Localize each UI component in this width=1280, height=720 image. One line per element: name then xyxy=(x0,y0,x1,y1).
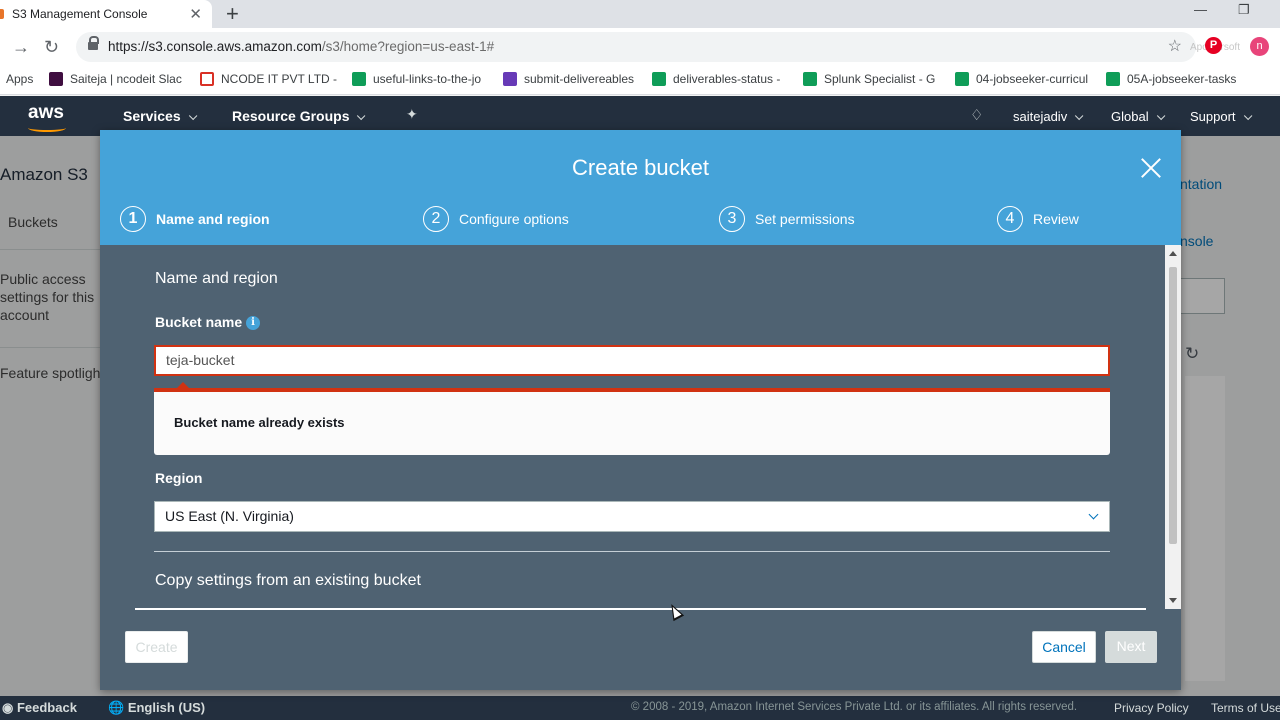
chevron-down-icon xyxy=(1075,111,1084,121)
chevron-down-icon xyxy=(1156,111,1165,121)
copyright-text: © 2008 - 2019, Amazon Internet Services … xyxy=(631,701,1078,713)
s3-favicon-icon xyxy=(0,9,4,19)
bookmark-apps[interactable]: Apps xyxy=(6,72,33,86)
restore-icon[interactable]: ❐ xyxy=(1238,2,1250,18)
terms-of-use-link[interactable]: Terms of Use xyxy=(1211,701,1280,715)
bookmark-submit-deliverables[interactable]: submit-delivereables xyxy=(503,72,634,86)
browser-tabstrip: S3 Management Console ✕ + — ❐ xyxy=(0,0,1280,28)
scroll-up-arrow-icon[interactable] xyxy=(1169,251,1177,256)
lock-icon xyxy=(88,36,99,52)
forward-arrow-icon[interactable]: → xyxy=(12,37,30,58)
next-button[interactable]: Next xyxy=(1105,631,1157,663)
chevron-down-icon xyxy=(357,111,366,121)
red-favicon-icon xyxy=(200,72,214,86)
bucket-name-input[interactable]: teja-bucket xyxy=(154,345,1110,376)
feedback-link[interactable]: ◉ Feedback xyxy=(2,700,77,716)
language-selector[interactable]: 🌐 English (US) xyxy=(108,700,205,716)
tab-close-icon[interactable]: ✕ xyxy=(189,5,202,23)
bell-icon[interactable]: ♢ xyxy=(970,106,983,124)
modal-scrollbar[interactable] xyxy=(1165,245,1181,609)
bookmark-splunk[interactable]: Splunk Specialist - G xyxy=(803,72,935,86)
chevron-down-icon xyxy=(1243,111,1252,121)
sheets-icon xyxy=(955,72,969,86)
browser-tab[interactable]: S3 Management Console ✕ xyxy=(0,0,212,28)
resource-groups-menu[interactable]: Resource Groups xyxy=(232,108,366,124)
browser-toolbar: → ↻ https://s3.console.aws.amazon.com/s3… xyxy=(0,28,1280,66)
bookmark-jobseeker-tasks[interactable]: 05A-jobseeker-tasks xyxy=(1106,72,1236,86)
info-icon[interactable]: i xyxy=(246,316,260,330)
bookmark-star-icon[interactable]: ☆ xyxy=(1168,36,1182,56)
reload-icon[interactable]: ↻ xyxy=(44,37,59,58)
sheets-icon xyxy=(652,72,666,86)
bookmarks-bar: Apps Saiteja | ncodeit Slac NCODE IT PVT… xyxy=(0,66,1280,95)
services-menu[interactable]: Services xyxy=(123,108,197,124)
copy-settings-title[interactable]: Copy settings from an existing bucket xyxy=(155,572,421,590)
region-select[interactable]: US East (N. Virginia) xyxy=(154,501,1110,532)
aws-logo[interactable]: aws xyxy=(28,102,66,132)
pinterest-icon[interactable]: P xyxy=(1205,37,1222,54)
modal-title: Create bucket xyxy=(572,155,709,180)
slack-icon xyxy=(49,72,63,86)
step-configure-options: 2 Configure options xyxy=(423,206,569,232)
privacy-policy-link[interactable]: Privacy Policy xyxy=(1114,701,1189,715)
sheets-icon xyxy=(1106,72,1120,86)
bucket-name-label: Bucket name xyxy=(155,314,243,330)
chevron-down-icon xyxy=(188,111,197,121)
url-text: https://s3.console.aws.amazon.com/s3/hom… xyxy=(108,39,495,54)
scroll-down-arrow-icon[interactable] xyxy=(1169,598,1177,603)
region-menu[interactable]: Global xyxy=(1111,109,1165,124)
tab-title: S3 Management Console xyxy=(12,7,148,21)
close-icon[interactable] xyxy=(1140,157,1162,179)
footer-separator xyxy=(135,608,1146,610)
step-set-permissions: 3 Set permissions xyxy=(719,206,855,232)
modal-body: Name and region Bucket name i teja-bucke… xyxy=(100,245,1181,609)
minimize-icon[interactable]: — xyxy=(1194,2,1207,17)
chevron-down-icon xyxy=(1088,509,1099,520)
section-title: Name and region xyxy=(155,270,278,287)
scroll-thumb[interactable] xyxy=(1169,267,1177,544)
new-tab-button[interactable]: + xyxy=(226,1,239,27)
sheets-icon xyxy=(803,72,817,86)
create-bucket-modal: Create bucket 1 Name and region 2 Configur… xyxy=(100,130,1181,690)
sheets-icon xyxy=(352,72,366,86)
support-menu[interactable]: Support xyxy=(1190,109,1252,124)
forms-icon xyxy=(503,72,517,86)
bookmark-useful-links[interactable]: useful-links-to-the-jo xyxy=(352,72,481,86)
error-message-box: Bucket name already exists xyxy=(154,382,1110,455)
account-menu[interactable]: saitejadiv xyxy=(1013,109,1084,124)
pin-icon[interactable]: ✦ xyxy=(406,106,418,123)
address-bar[interactable]: https://s3.console.aws.amazon.com/s3/hom… xyxy=(76,32,1196,62)
step-review: 4 Review xyxy=(997,206,1079,232)
step-name-and-region: 1 Name and region xyxy=(120,206,270,232)
section-divider xyxy=(154,551,1110,552)
bookmark-ncodeit[interactable]: NCODE IT PVT LTD - xyxy=(200,72,337,86)
bookmark-deliverables-status[interactable]: deliverables-status - xyxy=(652,72,780,86)
bookmark-jobseeker-curriculum[interactable]: 04-jobseeker-curricul xyxy=(955,72,1088,86)
profile-avatar[interactable]: n xyxy=(1250,37,1269,56)
console-footer: ◉ Feedback 🌐 English (US) © 2008 - 2019,… xyxy=(0,696,1280,720)
error-message: Bucket name already exists xyxy=(174,415,345,430)
cancel-button[interactable]: Cancel xyxy=(1032,631,1096,663)
create-button[interactable]: Create xyxy=(125,631,188,663)
region-label: Region xyxy=(155,470,203,486)
modal-header: Create bucket 1 Name and region 2 Configur… xyxy=(100,130,1181,245)
bookmark-slack[interactable]: Saiteja | ncodeit Slac xyxy=(49,72,182,86)
